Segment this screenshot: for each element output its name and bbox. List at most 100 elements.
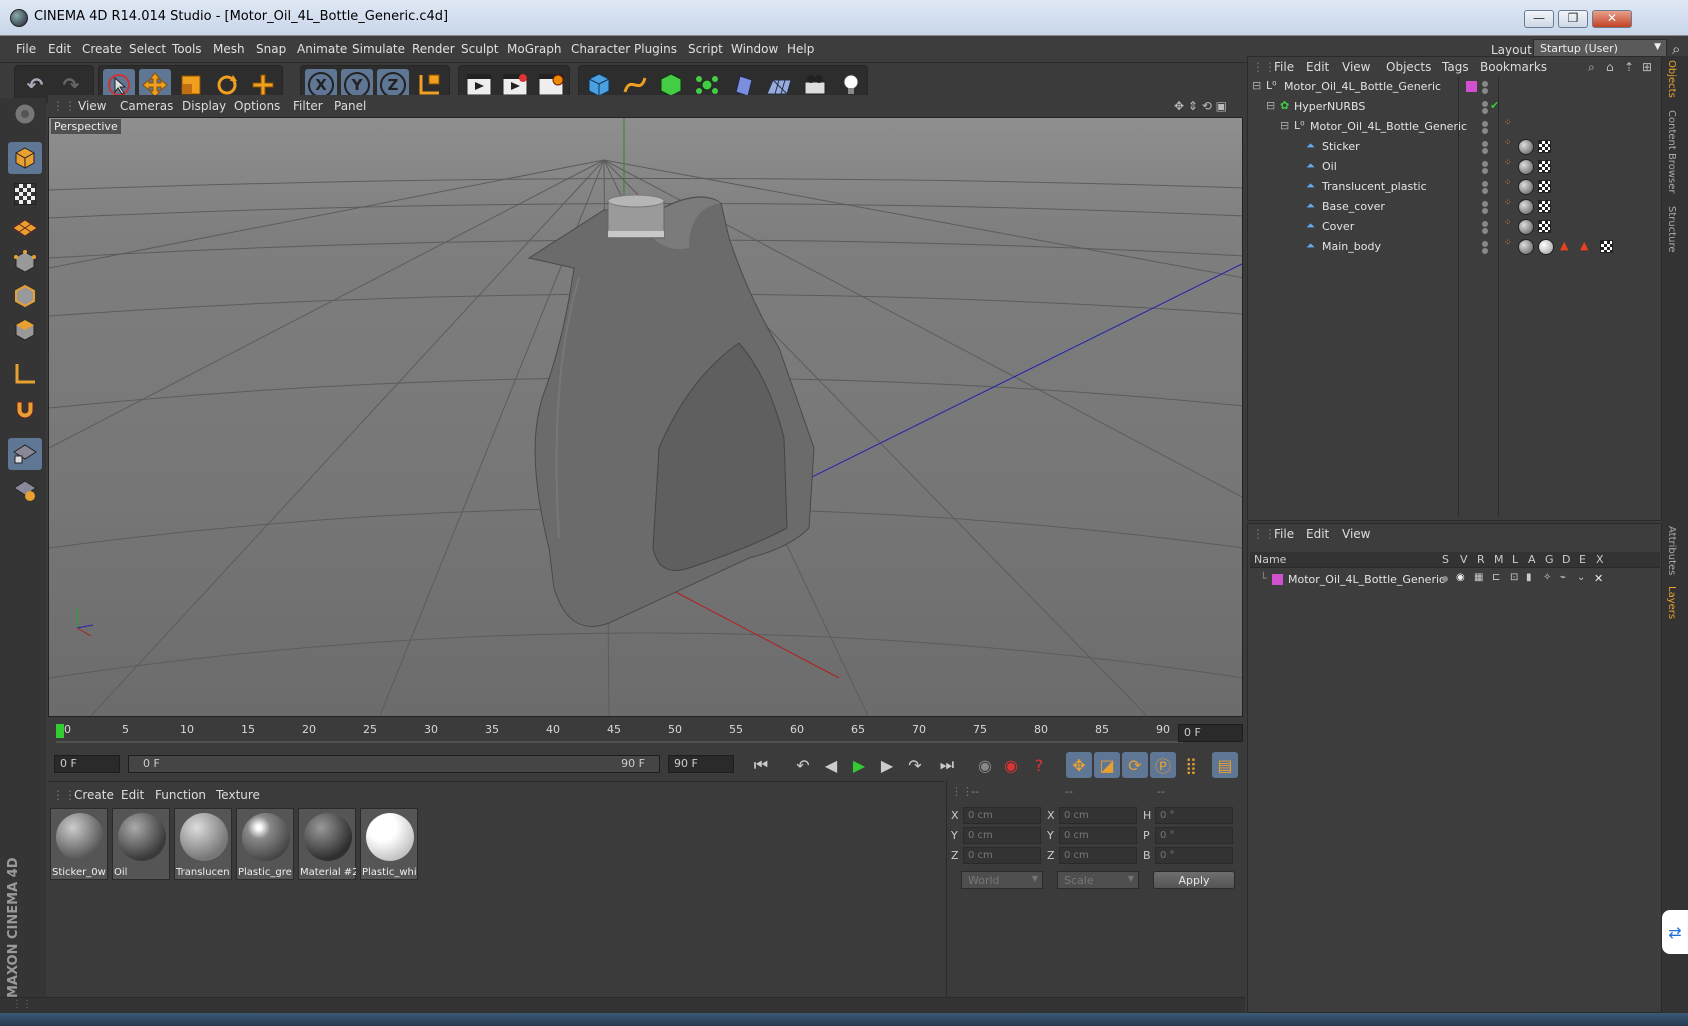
layer-col-expressions[interactable]: E — [1579, 553, 1586, 566]
size-x-field[interactable]: 0 cm — [1059, 807, 1137, 824]
layer-col-deformers[interactable]: D — [1562, 553, 1570, 566]
material-menu-texture[interactable]: Texture — [216, 788, 260, 802]
deformer-icon[interactable]: ⌁ — [1560, 572, 1566, 583]
rotation-p-field[interactable]: 0 ° — [1155, 827, 1233, 844]
object-row[interactable]: ⏶ Cover ⁘ — [1248, 217, 1661, 237]
collapse-icon[interactable]: ⊟ — [1266, 99, 1275, 112]
texture-mode-icon[interactable] — [8, 178, 42, 210]
material-tag-icon[interactable] — [1518, 199, 1534, 215]
render-visibility-dot[interactable] — [1482, 248, 1488, 254]
rotation-b-field[interactable]: 0 ° — [1155, 847, 1233, 864]
uvw-tag-icon[interactable] — [1538, 140, 1551, 153]
next-frame-icon[interactable]: ▶ — [874, 752, 900, 778]
editor-visibility-dot[interactable] — [1482, 181, 1488, 187]
collapse-icon[interactable]: ⊟ — [1280, 119, 1289, 132]
phong-tag-icon[interactable]: ⁘ — [1504, 138, 1512, 148]
teamviewer-icon[interactable]: ⇄ — [1662, 910, 1688, 954]
expression-icon[interactable]: ⌄ — [1577, 572, 1585, 583]
material-swatch-plastic-grey[interactable]: Plastic_gre — [236, 808, 294, 880]
render-visibility-dot[interactable] — [1482, 228, 1488, 234]
key-position-icon[interactable]: ✥ — [1066, 752, 1092, 778]
editor-visibility-dot[interactable] — [1482, 101, 1488, 107]
restore-button[interactable]: ❐ — [1558, 10, 1588, 28]
collapse-icon[interactable]: ⊟ — [1252, 79, 1261, 92]
editor-visibility-dot[interactable] — [1482, 121, 1488, 127]
solo-toggle[interactable] — [1442, 576, 1448, 582]
material-swatch-translucent[interactable]: Translucen — [174, 808, 232, 880]
render-visibility-dot[interactable] — [1482, 148, 1488, 154]
material-menu-edit[interactable]: Edit — [121, 788, 144, 802]
object-row[interactable]: ⏶ Sticker ⁘ — [1248, 137, 1661, 157]
apply-button[interactable]: Apply — [1153, 871, 1235, 889]
phong-tag-icon[interactable]: ⁘ — [1504, 218, 1512, 228]
next-key-icon[interactable]: ↷ — [902, 752, 928, 778]
object-row[interactable]: ⊟ L⁰ Motor_Oil_4L_Bottle_Generic — [1248, 77, 1661, 97]
lock-icon[interactable]: ⊡ — [1510, 572, 1518, 583]
editor-visibility-dot[interactable] — [1482, 201, 1488, 207]
material-menu-create[interactable]: Create — [74, 788, 114, 802]
go-to-start-icon[interactable]: ⏮ — [748, 752, 774, 778]
tab-attributes[interactable]: Attributes — [1666, 526, 1677, 575]
go-to-end-icon[interactable]: ⏭ — [934, 752, 960, 778]
menu-select[interactable]: Select — [129, 42, 166, 56]
search-icon[interactable]: ⌕ — [1588, 60, 1595, 75]
layer-col-manager[interactable]: M — [1494, 553, 1504, 566]
phong-tag-icon[interactable]: ⁘ — [1504, 178, 1512, 188]
render-visibility-dot[interactable] — [1482, 188, 1488, 194]
tab-content-browser[interactable]: Content Browser — [1666, 110, 1677, 193]
editor-visibility-dot[interactable] — [1482, 241, 1488, 247]
phong-tag-icon[interactable]: ⁘ — [1504, 238, 1512, 248]
position-x-field[interactable]: 0 cm — [963, 807, 1041, 824]
material-swatch-plastic-white[interactable]: Plastic_whi — [360, 808, 418, 880]
position-z-field[interactable]: 0 cm — [963, 847, 1041, 864]
object-row[interactable]: ⏶ Base_cover ⁘ — [1248, 197, 1661, 217]
object-row[interactable]: ⏶ Main_body ⁘ ▲ ▲ — [1248, 237, 1661, 257]
layer-col-locked[interactable]: L — [1512, 553, 1518, 566]
objects-menu-bookmarks[interactable]: Bookmarks — [1480, 60, 1547, 74]
object-row[interactable]: ⏶ Oil ⁘ — [1248, 157, 1661, 177]
render-icon[interactable]: ▦ — [1474, 572, 1483, 583]
play-icon[interactable]: ▶ — [846, 752, 872, 778]
menu-render[interactable]: Render — [412, 42, 455, 56]
tab-layers[interactable]: Layers — [1666, 586, 1677, 619]
menu-plugins[interactable]: Plugins — [634, 42, 677, 56]
material-tag-icon[interactable] — [1518, 219, 1534, 235]
key-rotation-icon[interactable]: ⟳ — [1122, 752, 1148, 778]
eye-icon[interactable]: ◉ — [1456, 572, 1465, 583]
material-tag-icon[interactable] — [1518, 179, 1534, 195]
phong-tag-icon[interactable]: ⁘ — [1504, 198, 1512, 208]
layer-color-swatch[interactable] — [1466, 81, 1477, 92]
autokey-icon[interactable]: ◉ — [998, 752, 1024, 778]
editor-visibility-dot[interactable] — [1482, 161, 1488, 167]
objects-menu-file[interactable]: File — [1274, 60, 1294, 74]
layer-col-render[interactable]: R — [1477, 553, 1485, 566]
previous-frame-icon[interactable]: ◀ — [818, 752, 844, 778]
phong-tag-icon[interactable]: ⁘ — [1504, 158, 1512, 168]
layer-col-generators[interactable]: G — [1545, 553, 1554, 566]
perspective-viewport[interactable]: Perspective — [48, 117, 1243, 717]
uvw-tag-icon[interactable] — [1538, 160, 1551, 173]
undo-icon[interactable]: ↶ — [19, 69, 51, 101]
menu-animate[interactable]: Animate — [297, 42, 347, 56]
close-button[interactable]: ✕ — [1592, 10, 1632, 28]
workplane-lock-icon[interactable] — [8, 438, 42, 470]
home-icon[interactable]: ⌂ — [1606, 60, 1614, 74]
polygons-mode-icon[interactable] — [8, 314, 42, 346]
end-frame-field[interactable]: 90 F — [668, 755, 734, 773]
menu-script[interactable]: Script — [688, 42, 723, 56]
menu-help[interactable]: Help — [787, 42, 814, 56]
start-frame-field[interactable]: 0 F — [54, 755, 120, 773]
uvw-tag-icon[interactable] — [1538, 220, 1551, 233]
viewport-menu-cameras[interactable]: Cameras — [120, 99, 173, 113]
layer-color-swatch[interactable] — [1272, 574, 1283, 585]
objects-menu-objects[interactable]: Objects — [1386, 60, 1431, 74]
render-visibility-dot[interactable] — [1482, 128, 1488, 134]
material-tag-icon[interactable] — [1538, 239, 1554, 255]
selection-tag-icon[interactable]: ▲ — [1580, 239, 1588, 252]
size-mode-dropdown[interactable]: Scale ▼ — [1057, 871, 1139, 889]
tab-structure[interactable]: Structure — [1666, 206, 1677, 253]
tab-objects[interactable]: Objects — [1666, 60, 1677, 98]
menu-mesh[interactable]: Mesh — [213, 42, 245, 56]
viewport-menu-filter[interactable]: Filter — [293, 99, 323, 113]
object-row[interactable]: ⊟ L⁰ Motor_Oil_4L_Bottle_Generic ⁘ — [1248, 117, 1661, 137]
